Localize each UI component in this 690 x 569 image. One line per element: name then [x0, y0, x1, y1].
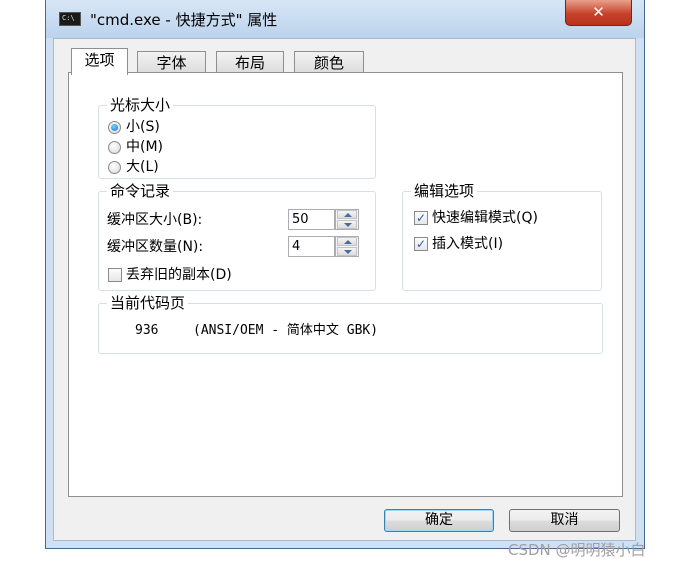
- close-icon: ✕: [592, 3, 605, 21]
- discard-old-label[interactable]: 丢弃旧的副本(D): [126, 266, 232, 284]
- quick-edit-checkbox[interactable]: ✓: [414, 211, 428, 225]
- buffer-size-spinner[interactable]: [335, 209, 359, 230]
- cursor-size-group: 光标大小 小(S) 中(M) 大(L): [98, 96, 376, 179]
- checkmark-icon: ✓: [415, 211, 427, 225]
- spin-up-icon[interactable]: [337, 210, 357, 219]
- tab-options[interactable]: 选项: [71, 48, 128, 75]
- code-page-number: 936: [135, 323, 159, 338]
- cursor-size-legend: 光标大小: [107, 96, 174, 114]
- cursor-large-label[interactable]: 大(L): [126, 158, 159, 176]
- cursor-medium-radio[interactable]: [108, 141, 121, 154]
- options-tab-panel: 光标大小 小(S) 中(M) 大(L) 命令记录 缓冲区大小(B): 50 缓冲…: [68, 72, 623, 497]
- cursor-large-radio[interactable]: [108, 161, 121, 174]
- cursor-small-label[interactable]: 小(S): [126, 118, 160, 136]
- cancel-button[interactable]: 取消: [509, 509, 620, 532]
- watermark-text: CSDN @明明猿小白: [508, 541, 646, 559]
- insert-mode-label[interactable]: 插入模式(I): [432, 235, 503, 253]
- close-button[interactable]: ✕: [565, 0, 632, 26]
- code-page-description: (ANSI/OEM - 简体中文 GBK): [193, 323, 379, 338]
- discard-old-checkbox[interactable]: [108, 268, 122, 282]
- insert-mode-checkbox[interactable]: ✓: [414, 237, 428, 251]
- properties-window: "cmd.exe - 快捷方式" 属性 ✕ 选项 字体 布局 颜色 光标大小 小…: [45, 0, 645, 549]
- code-page-legend: 当前代码页: [107, 294, 189, 312]
- spin-up-icon[interactable]: [337, 237, 357, 246]
- spin-down-icon[interactable]: [337, 220, 357, 229]
- buffer-size-label: 缓冲区大小(B):: [107, 212, 203, 228]
- edit-options-legend: 编辑选项: [411, 182, 478, 200]
- buffer-size-input[interactable]: 50: [288, 209, 335, 230]
- buffer-count-spinner[interactable]: [335, 236, 359, 257]
- buffer-count-input[interactable]: 4: [288, 236, 335, 257]
- command-history-legend: 命令记录: [107, 182, 174, 200]
- quick-edit-label[interactable]: 快速编辑模式(Q): [432, 209, 538, 227]
- checkmark-icon: ✓: [415, 237, 427, 251]
- dialog-client-area: 选项 字体 布局 颜色 光标大小 小(S) 中(M) 大(L) 命令记录 缓冲区…: [53, 38, 636, 541]
- buffer-count-label: 缓冲区数量(N):: [107, 239, 204, 255]
- ok-button[interactable]: 确定: [384, 509, 494, 532]
- cursor-medium-label[interactable]: 中(M): [126, 138, 163, 156]
- spin-down-icon[interactable]: [337, 247, 357, 256]
- cursor-small-radio[interactable]: [108, 121, 121, 134]
- edit-options-group: 编辑选项 ✓ 快速编辑模式(Q) ✓ 插入模式(I): [402, 182, 602, 291]
- window-title: "cmd.exe - 快捷方式" 属性: [90, 11, 278, 29]
- console-icon: [59, 12, 81, 26]
- title-bar[interactable]: "cmd.exe - 快捷方式" 属性 ✕: [46, 0, 644, 38]
- command-history-group: 命令记录 缓冲区大小(B): 50 缓冲区数量(N): 4 丢弃旧的副本(D): [98, 182, 376, 291]
- code-page-group: 当前代码页 936 (ANSI/OEM - 简体中文 GBK): [98, 294, 603, 354]
